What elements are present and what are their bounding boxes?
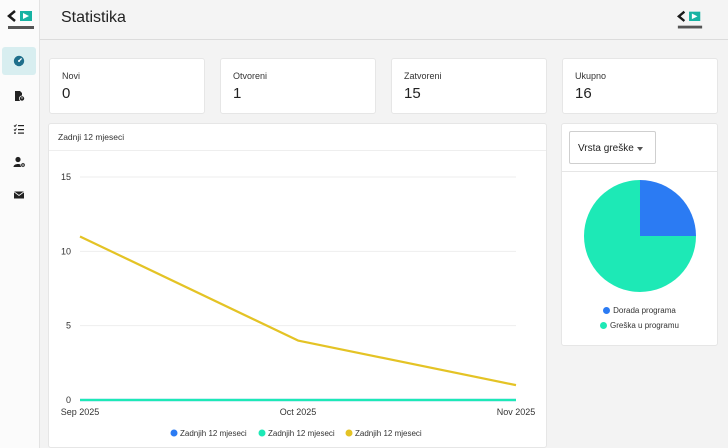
legend-dot <box>170 429 178 437</box>
pie-legend-item-0[interactable]: Dorada programa <box>562 306 717 315</box>
top-header: Statistika <box>40 0 728 40</box>
y-tick-label: 10 <box>61 246 71 256</box>
envelope-icon <box>13 191 25 199</box>
sidebar <box>0 0 40 448</box>
sidebar-item-messages[interactable] <box>2 181 36 209</box>
pie-slice-0[interactable] <box>640 180 696 236</box>
file-alert-icon <box>15 91 25 102</box>
stat-label: Novi <box>62 71 81 81</box>
stat-value: 16 <box>575 85 592 102</box>
y-tick-label: 0 <box>66 395 71 405</box>
pie-legend-label: Dorada programa <box>613 306 676 315</box>
stat-card-new: Novi 0 <box>49 58 205 114</box>
header-logo-icon[interactable] <box>676 8 704 34</box>
legend-label[interactable]: Zadnjih 12 mjeseci <box>355 429 422 438</box>
line-chart: 0 5 10 15 Sep 2025 Oct 2025 Nov 2025 Zadnjih 12… <box>61 172 536 438</box>
x-tick-label: Sep 2025 <box>61 407 100 417</box>
stat-value: 15 <box>404 85 421 102</box>
sidebar-item-dashboard[interactable] <box>2 47 36 75</box>
stat-label: Otvoreni <box>233 71 268 81</box>
sidebar-item-tasks[interactable] <box>2 115 36 143</box>
legend-dot <box>603 307 611 314</box>
sidebar-item-issues[interactable] <box>2 82 36 110</box>
pie-legend-item-1[interactable]: Greška u programu <box>562 321 717 330</box>
legend-label[interactable]: Zadnjih 12 mjeseci <box>180 429 247 438</box>
pie-chart-card: Vrsta greške Dorada programa Greška u pr… <box>561 123 718 346</box>
stat-card-total: Ukupno 16 <box>562 58 718 114</box>
x-tick-label: Oct 2025 <box>280 407 317 417</box>
x-tick-label: Nov 2025 <box>497 407 536 417</box>
checklist-icon <box>13 124 24 134</box>
legend-dot <box>258 429 266 437</box>
sidebar-item-users[interactable] <box>2 148 36 176</box>
stat-value: 1 <box>233 85 242 102</box>
stat-card-closed: Zatvoreni 15 <box>391 58 547 114</box>
app-logo-icon[interactable] <box>6 8 36 34</box>
legend-dot <box>345 429 353 437</box>
stat-value: 0 <box>62 85 71 102</box>
y-tick-label: 15 <box>61 172 71 182</box>
y-tick-label: 5 <box>66 321 71 331</box>
dashboard-icon <box>13 55 25 67</box>
series-line-2 <box>79 235 517 387</box>
stat-card-open: Otvoreni 1 <box>220 58 376 114</box>
stat-label: Zatvoreni <box>404 71 442 81</box>
page-title: Statistika <box>61 9 126 26</box>
pie-legend-label: Greška u programu <box>610 321 679 330</box>
stat-label: Ukupno <box>575 71 607 81</box>
legend-dot <box>600 322 608 329</box>
user-settings-icon <box>13 156 26 168</box>
legend-label[interactable]: Zadnjih 12 mjeseci <box>268 429 335 438</box>
line-chart-card: Zadnji 12 mjeseci 0 5 10 15 Sep 2025 Oct 2025… <box>48 123 547 448</box>
